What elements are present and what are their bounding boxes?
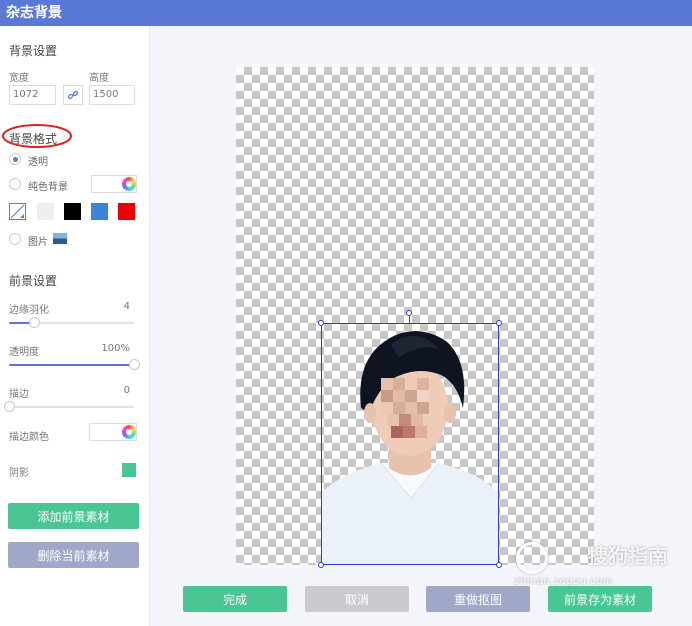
watermark-logo-icon [516, 542, 548, 574]
swatch-red[interactable] [118, 203, 135, 220]
rotation-handle[interactable] [406, 310, 412, 316]
stroke-color-label: 描边颜色 [9, 432, 49, 443]
link-icon[interactable] [63, 85, 83, 105]
opacity-fill [9, 364, 134, 366]
stroke-color-wheel-icon[interactable] [122, 425, 136, 439]
opacity-slider[interactable] [9, 359, 140, 370]
rotation-handle-line [409, 316, 410, 323]
color-wheel-icon[interactable] [122, 177, 136, 191]
width-input[interactable]: 1072 [9, 85, 56, 105]
resize-handle-bottom-left[interactable] [318, 562, 324, 568]
opacity-value: 100% [101, 343, 130, 354]
image-picker-icon[interactable] [53, 233, 67, 244]
save-foreground-button[interactable]: 前景存为素材 [548, 586, 652, 612]
window-title: 杂志背景 [0, 0, 692, 26]
height-input[interactable]: 1500 [89, 85, 135, 105]
opacity-thumb[interactable] [129, 359, 140, 370]
transparent-radio[interactable] [9, 153, 21, 165]
stroke-slider[interactable] [4, 401, 134, 412]
resize-handle-top-right[interactable] [496, 320, 502, 326]
edge-feather-value: 4 [123, 301, 130, 312]
image-label: 图片 [28, 237, 48, 248]
solid-color-label: 纯色背景 [28, 182, 68, 193]
shadow-color-swatch[interactable] [122, 463, 136, 477]
edge-feather-label: 边缘羽化 [9, 305, 49, 316]
width-label: 宽度 [9, 73, 29, 84]
swatch-black[interactable] [64, 203, 81, 220]
solid-color-radio[interactable] [9, 178, 21, 190]
stroke-label: 描边 [9, 389, 29, 400]
swatch-light-gray[interactable] [37, 203, 54, 220]
add-foreground-button[interactable]: 添加前景素材 [8, 503, 139, 529]
opacity-label: 透明度 [9, 347, 39, 358]
selection-box[interactable] [321, 323, 499, 565]
cancel-button[interactable]: 取消 [305, 586, 409, 612]
image-radio[interactable] [9, 233, 21, 245]
background-settings-title: 背景设置 [9, 44, 58, 58]
swatch-blue[interactable] [91, 203, 108, 220]
delete-foreground-button[interactable]: 删除当前素材 [8, 542, 139, 568]
resize-handle-bottom-right[interactable] [496, 562, 502, 568]
shadow-label: 阴影 [9, 468, 29, 479]
settings-sidebar: 背景设置 宽度 高度 1072 1500 背景格式 透明 纯色背景 图片 前景设… [0, 26, 150, 626]
swatch-transparent[interactable] [9, 203, 26, 220]
redo-cutout-button[interactable]: 重做抠图 [426, 586, 530, 612]
red-annotation-circle [2, 124, 72, 148]
edge-feather-slider[interactable] [9, 317, 134, 328]
stroke-value: 0 [123, 385, 130, 396]
watermark-url: zhinan.sogou.com [514, 576, 614, 587]
edge-feather-thumb[interactable] [29, 317, 40, 328]
resize-handle-top-left[interactable] [318, 320, 324, 326]
height-label: 高度 [89, 73, 109, 84]
stroke-thumb[interactable] [4, 401, 15, 412]
transparent-label: 透明 [28, 157, 48, 168]
foreground-settings-title: 前景设置 [9, 274, 58, 288]
watermark-brand: 搜狗指南 [588, 544, 668, 568]
done-button[interactable]: 完成 [183, 586, 287, 612]
